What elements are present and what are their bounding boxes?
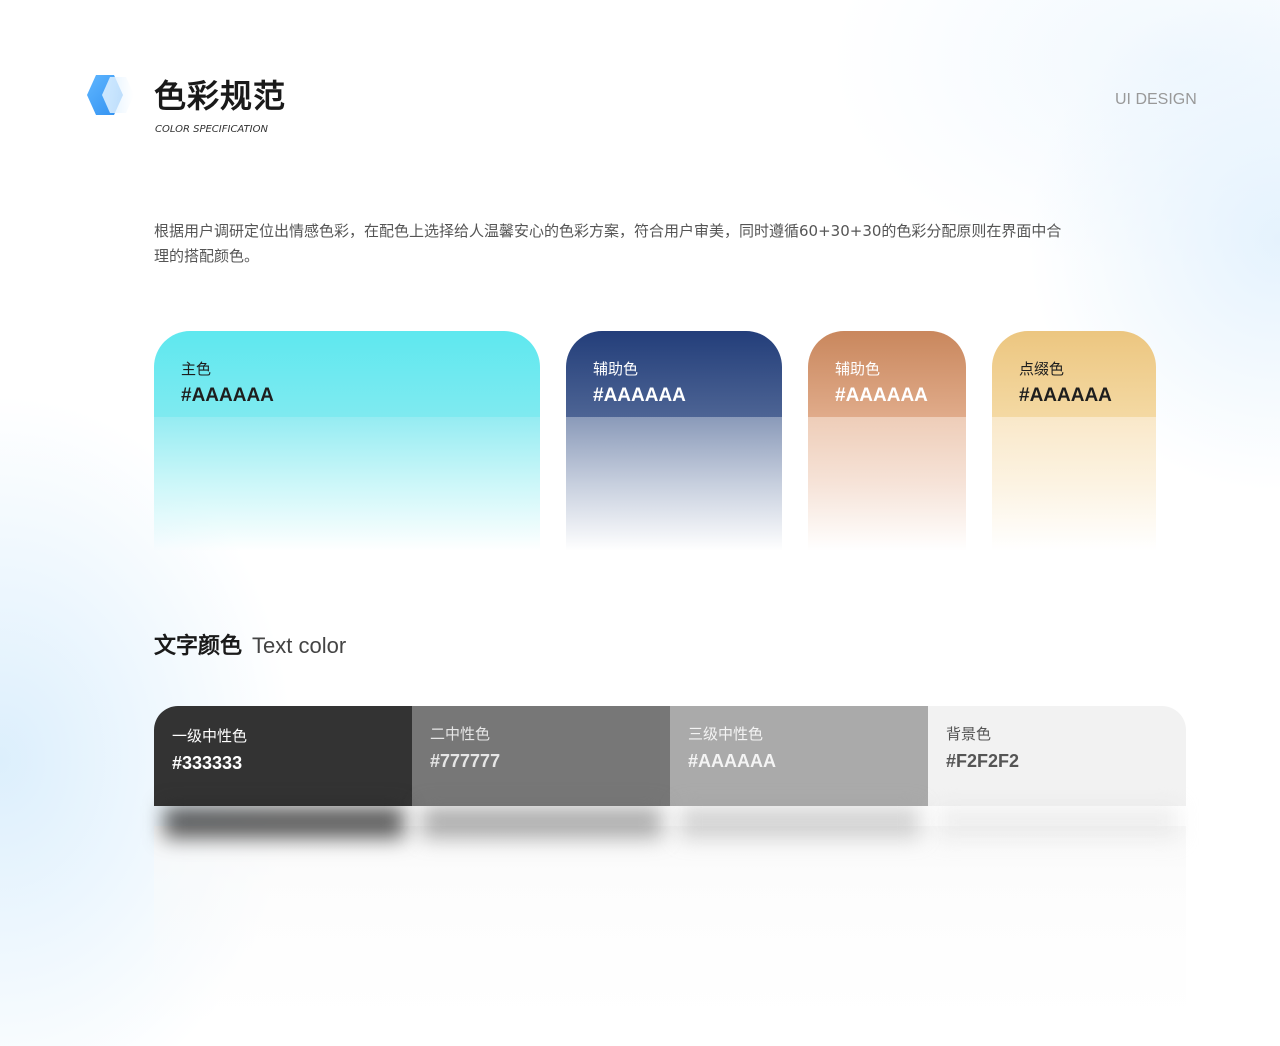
secondary-color-card-navy: 辅助色 #AAAAAA bbox=[566, 331, 782, 551]
swatch-hex: #777777 bbox=[430, 751, 501, 771]
swatch-label: 三级中性色 bbox=[688, 725, 764, 743]
text-color-section-title: 文字颜色 Text color bbox=[154, 630, 346, 664]
card-label: 辅助色 bbox=[835, 360, 881, 378]
card-color-fade bbox=[566, 417, 782, 551]
page-title: 色彩规范 bbox=[154, 77, 287, 115]
strip-shadow-veil bbox=[154, 826, 1186, 1020]
card-color-fade bbox=[808, 417, 966, 551]
card-hex: #AAAAAA bbox=[1019, 385, 1112, 406]
swatch-label: 背景色 bbox=[946, 725, 992, 743]
swatch-shadow bbox=[422, 806, 662, 838]
intro-paragraph: 根据用户调研定位出情感色彩，在配色上选择给人温馨安心的色彩方案，符合用户审美，同… bbox=[154, 222, 1062, 265]
swatch-label: 一级中性色 bbox=[172, 727, 248, 745]
swatch-hex: #F2F2F2 bbox=[946, 751, 1020, 771]
strip-shadow bbox=[154, 806, 1186, 1020]
card-hex: #AAAAAA bbox=[181, 385, 274, 406]
design-tag: UI DESIGN bbox=[1115, 91, 1197, 108]
swatch-shadow bbox=[680, 806, 920, 838]
text-color-swatch-primary: 一级中性色 #333333 bbox=[154, 706, 412, 806]
swatch-hex: #333333 bbox=[172, 753, 243, 773]
swatch-shadow bbox=[164, 806, 404, 838]
card-label: 点缀色 bbox=[1019, 360, 1065, 378]
page-subtitle: COLOR SPECIFICATION bbox=[155, 124, 268, 135]
swatch-hex: #AAAAAA bbox=[688, 751, 777, 771]
swatch-shadow bbox=[938, 806, 1178, 838]
card-label: 主色 bbox=[181, 360, 212, 378]
text-color-swatch-secondary: 二中性色 #777777 bbox=[412, 706, 670, 806]
accent-color-card: 点缀色 #AAAAAA bbox=[992, 331, 1156, 551]
card-color-fade bbox=[154, 417, 540, 551]
card-label: 辅助色 bbox=[593, 360, 639, 378]
swatch-label: 二中性色 bbox=[430, 725, 491, 743]
section-title-en: Text color bbox=[252, 633, 347, 658]
primary-color-card: 主色 #AAAAAA bbox=[154, 331, 540, 551]
card-hex: #AAAAAA bbox=[593, 385, 686, 406]
hexagon-logo-icon bbox=[87, 75, 134, 115]
section-title-zh: 文字颜色 bbox=[154, 634, 243, 659]
secondary-color-card-copper: 辅助色 #AAAAAA bbox=[808, 331, 966, 551]
card-hex: #AAAAAA bbox=[835, 385, 928, 406]
text-color-swatch-background: 背景色 #F2F2F2 bbox=[928, 706, 1186, 806]
text-color-swatch-tertiary: 三级中性色 #AAAAAA bbox=[670, 706, 928, 806]
card-color-fade bbox=[992, 417, 1156, 551]
text-color-strip: 一级中性色 #333333 二中性色 #777777 三级中性色 #AAAAAA… bbox=[154, 706, 1186, 806]
